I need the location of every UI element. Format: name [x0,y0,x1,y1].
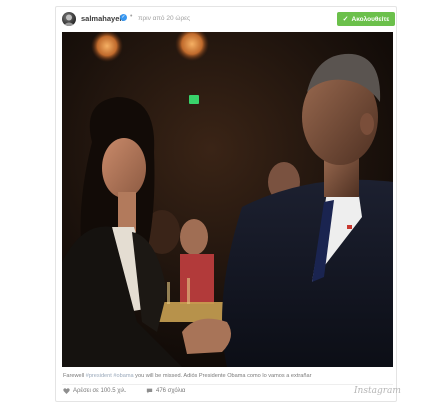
verified-icon: ✓ [120,14,127,21]
caption-text: you will be missed. Adiós Presidente Oba… [135,373,312,379]
likes-label: Αρέσει σε 100.5 χιλ. [73,388,127,394]
hashtag-president[interactable]: #president [86,373,112,379]
post-caption: Farewell #president #obama you will be m… [63,373,393,379]
footer-divider [62,384,393,385]
comments-label: 476 σχόλια [156,388,186,394]
heart-icon [63,388,70,394]
instagram-logo: Instagram [354,386,401,396]
post-time: πριν από 20 ώρες [138,14,191,22]
likes-count[interactable]: Αρέσει σε 100.5 χιλ. [63,388,126,394]
post-card: salmahayek ✓ • πριν από 20 ώρες ✓ Ακολου… [55,6,401,402]
follow-button[interactable]: ✓ Ακολουθείτε [337,12,395,26]
caption-prefix: Farewell [63,373,85,379]
check-icon: ✓ [342,16,349,23]
post-header: salmahayek ✓ • πριν από 20 ώρες ✓ Ακολου… [56,7,396,31]
comments-count[interactable]: 476 σχόλια [146,388,185,394]
follow-button-label: Ακολουθείτε [351,15,390,23]
hashtag-obama[interactable]: #obama [113,373,133,379]
post-photo[interactable] [62,32,393,367]
avatar[interactable] [62,12,76,26]
separator-dot: • [130,13,133,20]
username[interactable]: salmahayek [81,14,124,23]
comment-icon [146,388,153,394]
